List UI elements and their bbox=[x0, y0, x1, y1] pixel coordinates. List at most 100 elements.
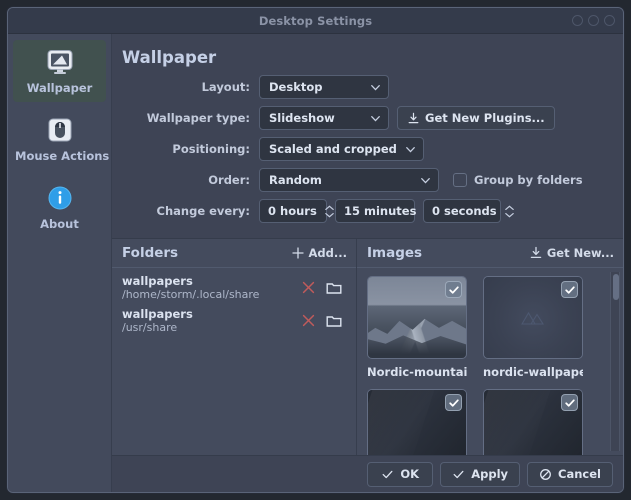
check-icon bbox=[453, 470, 464, 478]
wallpaper-type-select[interactable]: Slideshow bbox=[259, 106, 389, 130]
order-label: Order: bbox=[208, 173, 250, 187]
form-row-change-every: Change every: 0 hours 15 minutes 0 secon… bbox=[112, 199, 623, 223]
add-folder-label: Add... bbox=[308, 246, 347, 260]
get-new-images-button[interactable]: Get New... bbox=[529, 246, 614, 260]
check-icon bbox=[448, 285, 459, 294]
x-icon bbox=[302, 281, 314, 294]
seconds-spinbox[interactable]: 0 seconds bbox=[423, 199, 514, 223]
chevron-down-icon bbox=[371, 84, 380, 90]
group-by-folders-checkbox[interactable] bbox=[453, 173, 467, 187]
chevron-down-icon bbox=[406, 146, 415, 152]
positioning-select[interactable]: Scaled and cropped bbox=[259, 137, 424, 161]
folders-pane: Folders Add... wallpapers /home/storm/.l… bbox=[112, 239, 357, 455]
folder-path: /usr/share bbox=[122, 320, 178, 334]
folder-name: wallpapers bbox=[122, 273, 193, 288]
thumbnail-checkbox[interactable] bbox=[445, 281, 462, 298]
folders-title: Folders bbox=[122, 245, 179, 261]
cancel-label: Cancel bbox=[558, 467, 601, 481]
thumbnail-image[interactable] bbox=[483, 276, 583, 359]
thumbnail-item[interactable] bbox=[367, 389, 467, 455]
get-new-images-label: Get New... bbox=[546, 246, 614, 260]
download-icon bbox=[530, 246, 542, 259]
minimize-button[interactable] bbox=[572, 15, 583, 26]
scrollbar-thumb[interactable] bbox=[613, 274, 619, 300]
folder-texts: wallpapers /home/storm/.local/share bbox=[122, 274, 295, 302]
open-folder-button[interactable] bbox=[321, 314, 347, 328]
order-value: Random bbox=[269, 173, 322, 187]
remove-folder-button[interactable] bbox=[295, 313, 321, 328]
folder-row[interactable]: wallpapers /home/storm/.local/share bbox=[112, 271, 356, 304]
images-scroll-area: Nordic-mountai... bbox=[357, 268, 623, 455]
minutes-value: 15 minutes bbox=[344, 204, 417, 218]
minutes-spinbox[interactable]: 15 minutes bbox=[335, 199, 434, 223]
remove-folder-button[interactable] bbox=[295, 280, 321, 295]
chevron-down-icon bbox=[421, 177, 430, 183]
thumbnail-item[interactable]: Nordic-mountai... bbox=[367, 276, 467, 379]
change-every-label: Change every: bbox=[156, 204, 250, 218]
chevron-down-icon bbox=[324, 212, 334, 217]
cancel-button[interactable]: Cancel bbox=[527, 461, 613, 487]
chevron-up-icon bbox=[504, 205, 514, 210]
mouse-icon bbox=[15, 115, 104, 145]
apply-button[interactable]: Apply bbox=[440, 461, 521, 487]
hours-value: 0 hours bbox=[268, 204, 317, 218]
sidebar-item-mouse-actions[interactable]: Mouse Actions bbox=[13, 108, 110, 170]
form-row-positioning: Positioning: Scaled and cropped bbox=[112, 137, 623, 161]
images-pane: Images Get New... Nordic-mountai nordic-… bbox=[357, 239, 623, 455]
chevron-up-icon bbox=[324, 205, 334, 210]
seconds-stepper[interactable] bbox=[504, 205, 515, 218]
sidebar-item-about[interactable]: About bbox=[13, 176, 106, 238]
add-folder-button[interactable]: Add... bbox=[291, 246, 347, 260]
seconds-value: 0 seconds bbox=[432, 204, 497, 218]
get-new-plugins-button[interactable]: Get New Plugins... bbox=[397, 106, 555, 130]
chevron-down-icon bbox=[371, 115, 380, 121]
check-icon bbox=[564, 285, 575, 294]
images-title: Images bbox=[367, 245, 423, 261]
maximize-button[interactable] bbox=[588, 15, 599, 26]
thumbnail-item[interactable]: nordic-wallpaper bbox=[483, 276, 583, 379]
sidebar-item-label: Mouse Actions bbox=[15, 149, 110, 163]
thumbnail-checkbox[interactable] bbox=[445, 394, 462, 411]
thumbnail-image[interactable] bbox=[483, 389, 583, 455]
layout-value: Desktop bbox=[269, 80, 323, 94]
sidebar-item-wallpaper[interactable]: Wallpaper bbox=[13, 40, 106, 102]
get-new-plugins-label: Get New Plugins... bbox=[425, 111, 545, 125]
sidebar-item-label: About bbox=[40, 217, 79, 231]
folder-icon bbox=[326, 282, 342, 294]
info-icon bbox=[15, 183, 104, 213]
dialog-footer: OK Apply Cancel bbox=[112, 455, 623, 492]
thumbnail-image[interactable] bbox=[367, 276, 467, 359]
thumbnail-checkbox[interactable] bbox=[561, 394, 578, 411]
form-row-wallpaper-type: Wallpaper type: Slideshow Get New Plugin… bbox=[112, 106, 623, 130]
open-folder-button[interactable] bbox=[321, 281, 347, 295]
layout-select[interactable]: Desktop bbox=[259, 75, 389, 99]
hours-spinbox[interactable]: 0 hours bbox=[259, 199, 334, 223]
group-by-folders-label: Group by folders bbox=[474, 173, 583, 187]
folder-list: wallpapers /home/storm/.local/share wall… bbox=[112, 268, 356, 455]
chevron-down-icon bbox=[504, 212, 514, 217]
positioning-value: Scaled and cropped bbox=[269, 142, 396, 156]
form-row-layout: Layout: Desktop bbox=[112, 75, 623, 99]
window-controls bbox=[572, 8, 615, 33]
apply-label: Apply bbox=[471, 467, 509, 481]
window-titlebar: Desktop Settings bbox=[8, 8, 623, 34]
window-body: Wallpaper Mouse Actions About Wallpaper … bbox=[8, 34, 623, 492]
order-select[interactable]: Random bbox=[259, 168, 439, 192]
main-content: Wallpaper Layout: Desktop Wallpaper type… bbox=[112, 34, 623, 492]
ok-button[interactable]: OK bbox=[367, 461, 434, 487]
mountain-logo-icon bbox=[521, 311, 544, 325]
close-button[interactable] bbox=[604, 15, 615, 26]
images-scrollbar[interactable] bbox=[610, 272, 620, 451]
thumbnail-image[interactable] bbox=[367, 389, 467, 455]
group-by-folders-row: Group by folders bbox=[453, 173, 583, 187]
folder-row[interactable]: wallpapers /usr/share bbox=[112, 304, 356, 337]
wallpaper-type-label: Wallpaper type: bbox=[146, 111, 250, 125]
folder-name: wallpapers bbox=[122, 306, 193, 321]
thumbnail-item[interactable] bbox=[483, 389, 583, 455]
thumbnail-label: nordic-wallpaper bbox=[483, 365, 583, 379]
thumbnail-checkbox[interactable] bbox=[561, 281, 578, 298]
hours-stepper[interactable] bbox=[324, 205, 335, 218]
folder-icon bbox=[326, 315, 342, 327]
desktop-settings-window: Desktop Settings Wallpaper Mouse Actions… bbox=[7, 7, 624, 493]
positioning-label: Positioning: bbox=[172, 142, 250, 156]
